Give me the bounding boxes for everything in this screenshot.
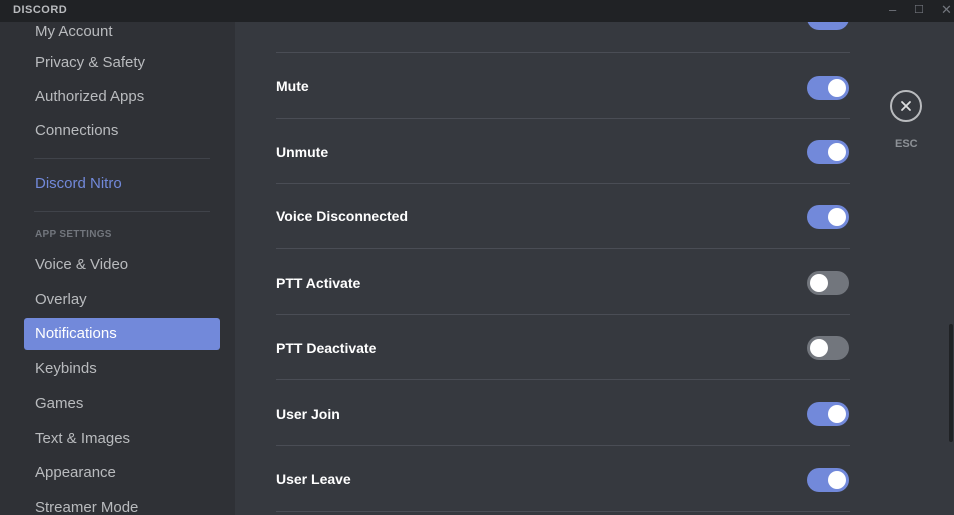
sidebar-item-connections[interactable]: Connections xyxy=(24,115,220,147)
row-divider xyxy=(276,52,850,53)
row-divider xyxy=(276,248,850,249)
discord-logo: DISCORD xyxy=(13,4,68,16)
sound-label-ptt-activate: PTT Activate xyxy=(276,275,361,291)
close-settings-button[interactable] xyxy=(890,90,922,122)
sound-label-user-leave: User Leave xyxy=(276,471,351,487)
sidebar-item-appearance[interactable]: Appearance xyxy=(24,457,220,489)
window-close-button[interactable]: ✕ xyxy=(941,3,952,17)
close-icon xyxy=(901,101,911,111)
toggle-knob xyxy=(828,79,846,97)
row-divider xyxy=(276,314,850,315)
toggle-ptt-deactivate[interactable] xyxy=(807,336,849,360)
sound-label-ptt-deactivate: PTT Deactivate xyxy=(276,340,377,356)
sidebar-item-authorized-apps[interactable]: Authorized Apps xyxy=(24,81,220,113)
toggle-knob xyxy=(828,471,846,489)
sidebar-item-keybinds[interactable]: Keybinds xyxy=(24,353,220,385)
discord-app: My Account Privacy & Safety Authorized A… xyxy=(0,0,954,515)
sound-label-mute: Mute xyxy=(276,78,309,94)
row-divider xyxy=(276,183,850,184)
sidebar-item-overlay[interactable]: Overlay xyxy=(24,284,220,316)
scrollbar-thumb[interactable] xyxy=(949,324,953,442)
row-divider xyxy=(276,118,850,119)
toggle-knob xyxy=(810,339,828,357)
title-bar: DISCORD – ☐ ✕ xyxy=(0,0,954,22)
sound-label-unmute: Unmute xyxy=(276,144,329,160)
sidebar-item-games[interactable]: Games xyxy=(24,388,220,420)
toggle-unmute[interactable] xyxy=(807,140,849,164)
esc-label: ESC xyxy=(895,138,918,150)
sidebar-item-discord-nitro[interactable]: Discord Nitro xyxy=(24,168,220,200)
sidebar-divider xyxy=(34,158,210,159)
toggle-user-join[interactable] xyxy=(807,402,849,426)
maximize-button[interactable]: ☐ xyxy=(914,3,924,17)
sidebar-item-privacy-safety[interactable]: Privacy & Safety xyxy=(24,47,220,79)
settings-sidebar: My Account Privacy & Safety Authorized A… xyxy=(0,0,235,515)
sound-toggle-partial[interactable] xyxy=(807,22,849,30)
row-divider xyxy=(276,445,850,446)
toggle-mute[interactable] xyxy=(807,76,849,100)
sidebar-item-streamer-mode[interactable]: Streamer Mode xyxy=(24,492,220,515)
app-settings-header: APP SETTINGS xyxy=(35,229,112,240)
toggle-user-leave[interactable] xyxy=(807,468,849,492)
sidebar-item-text-images[interactable]: Text & Images xyxy=(24,423,220,455)
toggle-ptt-activate[interactable] xyxy=(807,271,849,295)
toggle-knob xyxy=(828,405,846,423)
toggle-knob xyxy=(828,143,846,161)
minimize-button[interactable]: – xyxy=(889,3,896,17)
row-divider xyxy=(276,511,850,512)
sound-label-voice-disconnected: Voice Disconnected xyxy=(276,208,409,224)
toggle-knob xyxy=(810,274,828,292)
notifications-content: Mute Unmute Voice Disconnected PTT Activ… xyxy=(235,22,954,515)
sidebar-divider xyxy=(34,211,210,212)
toggle-voice-disconnected[interactable] xyxy=(807,205,849,229)
sidebar-item-voice-video[interactable]: Voice & Video xyxy=(24,249,220,281)
sound-label-user-join: User Join xyxy=(276,406,340,422)
row-divider xyxy=(276,379,850,380)
sidebar-item-notifications[interactable]: Notifications xyxy=(24,318,220,350)
toggle-knob xyxy=(828,208,846,226)
